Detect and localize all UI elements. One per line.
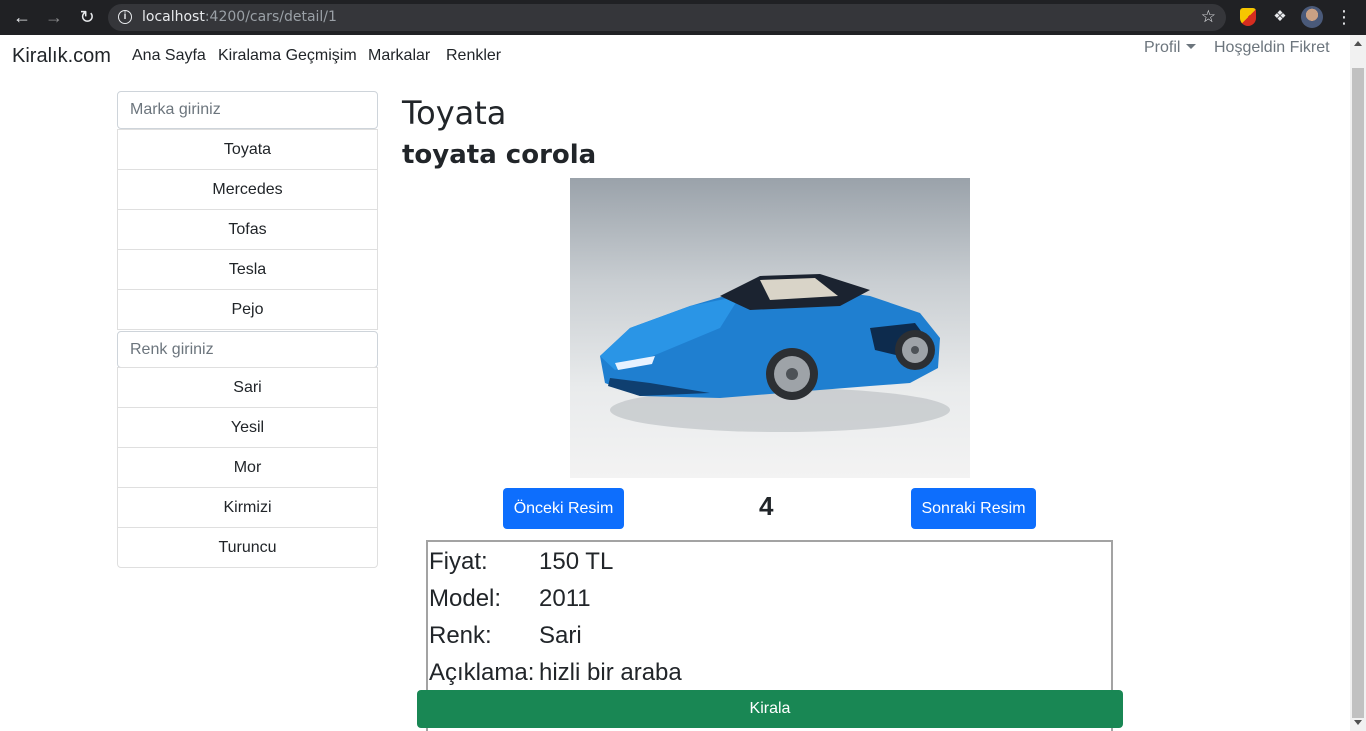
car-name-subtitle: toyata corola [402,140,597,170]
address-bar[interactable]: i localhost:4200/cars/detail/1 ☆ [108,4,1226,31]
image-counter: 4 [759,491,774,521]
profile-avatar-icon[interactable] [1301,6,1323,28]
color-label: Renk: [429,622,492,649]
filter-sidebar: Toyata Mercedes Tofas Tesla Pejo Sari Ye… [117,91,378,568]
model-value: 2011 [539,585,591,612]
price-value: 150 TL [539,548,614,575]
car-image [570,178,970,478]
nav-link-rental-history[interactable]: Kiralama Geçmişim [218,47,357,65]
model-row: Model: 2011 [429,585,591,613]
brand-logo[interactable]: Kiralık.com [12,45,111,68]
reload-icon[interactable]: ↻ [76,6,98,28]
scrollbar-thumb[interactable] [1352,68,1364,718]
scroll-down-arrow-icon[interactable] [1354,720,1362,725]
model-label: Model: [429,585,502,612]
scroll-up-arrow-icon[interactable] [1354,41,1362,46]
bookmark-star-icon[interactable]: ☆ [1201,7,1216,27]
color-item[interactable]: Yesil [117,407,378,448]
brand-item[interactable]: Tofas [117,209,378,250]
previous-image-button[interactable]: Önceki Resim [503,488,624,529]
nav-link-colors[interactable]: Renkler [446,47,501,65]
url-path: :4200/cars/detail/1 [204,9,337,25]
brand-item[interactable]: Pejo [117,289,378,330]
url-text[interactable]: localhost:4200/cars/detail/1 [142,9,337,25]
color-item[interactable]: Kirmizi [117,487,378,528]
brand-item[interactable]: Mercedes [117,169,378,210]
browser-menu-icon[interactable]: ⋮ [1333,6,1355,28]
browser-toolbar: ← → ↻ i localhost:4200/cars/detail/1 ☆ ❖… [0,0,1366,35]
description-row: Açıklama: hizli bir araba [429,659,682,687]
color-row: Renk: Sari [429,622,582,650]
price-row: Fiyat: 150 TL [429,548,613,576]
rent-button[interactable]: Kirala [417,690,1123,728]
back-arrow-icon[interactable]: ← [11,6,33,28]
brand-item[interactable]: Toyata [117,129,378,170]
extension-shield-icon[interactable] [1237,6,1259,28]
profile-dropdown[interactable]: Profil [1144,39,1197,57]
brand-filter-input[interactable] [117,91,378,129]
page-scrollbar[interactable] [1350,35,1366,731]
color-item[interactable]: Turuncu [117,527,378,568]
site-navbar: Kiralık.com Ana Sayfa Kiralama Geçmişim … [0,35,1350,79]
car-brand-title: Toyata [402,94,507,132]
caret-down-icon [1186,44,1197,49]
nav-link-brands[interactable]: Markalar [368,47,430,65]
color-item[interactable]: Mor [117,447,378,488]
greeting-text: Hoşgeldin Fikret [1214,39,1330,56]
sports-car-illustration [600,274,950,432]
nav-link-home[interactable]: Ana Sayfa [132,47,206,65]
color-item[interactable]: Sari [117,367,378,408]
brand-item[interactable]: Tesla [117,249,378,290]
price-label: Fiyat: [429,548,488,575]
forward-arrow-icon[interactable]: → [43,6,65,28]
description-value: hizli bir araba [539,659,682,686]
url-host: localhost [142,9,205,25]
next-image-button[interactable]: Sonraki Resim [911,488,1036,529]
profile-label: Profil [1144,39,1181,56]
color-value: Sari [539,622,582,649]
extensions-puzzle-icon[interactable]: ❖ [1269,6,1291,28]
color-filter-input[interactable] [117,331,378,368]
description-label: Açıklama: [429,659,535,686]
info-icon[interactable]: i [118,10,132,24]
